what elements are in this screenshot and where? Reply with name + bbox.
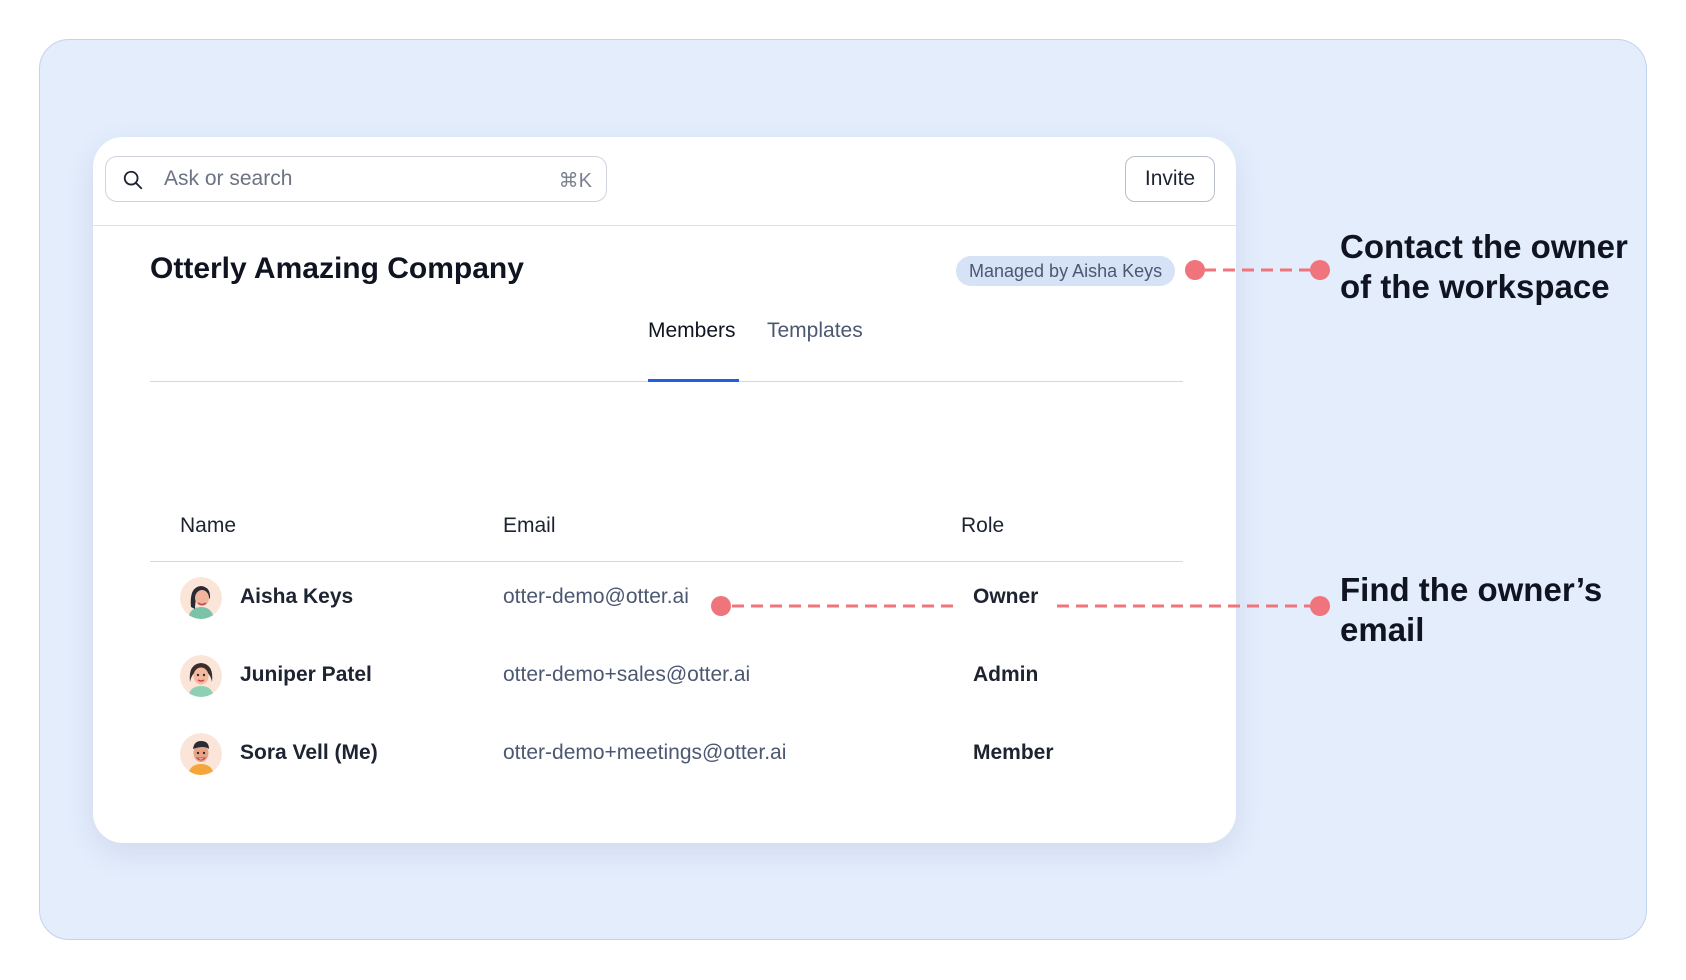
tab-members[interactable]: Members bbox=[648, 319, 736, 343]
tab-bar: Members Templates bbox=[150, 297, 1183, 382]
tab-templates[interactable]: Templates bbox=[767, 319, 863, 343]
table-header: Name Email Role bbox=[150, 499, 1183, 562]
annotation-line: Contact the owner bbox=[1340, 228, 1628, 265]
table-row[interactable]: Sora Vell (Me) otter-demo+meetings@otter… bbox=[150, 724, 1183, 784]
member-name: Sora Vell (Me) bbox=[240, 741, 378, 764]
top-bar: ⌘K Invite bbox=[93, 137, 1236, 226]
member-email: otter-demo+meetings@otter.ai bbox=[503, 741, 787, 764]
managed-by-badge: Managed by Aisha Keys bbox=[956, 256, 1176, 286]
column-header-role[interactable]: Role bbox=[961, 514, 1004, 538]
member-name: Juniper Patel bbox=[240, 663, 372, 686]
avatar-aisha bbox=[180, 577, 222, 619]
active-tab-indicator bbox=[648, 379, 739, 382]
table-row[interactable]: Aisha Keys otter-demo@otter.ai Owner bbox=[150, 568, 1183, 628]
annotation-contact-owner: Contact the owner of the workspace bbox=[1340, 227, 1660, 307]
member-email: otter-demo+sales@otter.ai bbox=[503, 663, 751, 686]
member-role: Member bbox=[973, 741, 1054, 764]
workspace-card: ⌘K Invite Otterly Amazing Company Manage… bbox=[93, 137, 1236, 843]
workspace-title: Otterly Amazing Company bbox=[150, 252, 524, 285]
search-bar[interactable]: ⌘K bbox=[105, 156, 607, 202]
table-row[interactable]: Juniper Patel otter-demo+sales@otter.ai … bbox=[150, 646, 1183, 706]
member-role: Admin bbox=[973, 663, 1039, 686]
column-header-name[interactable]: Name bbox=[180, 514, 236, 538]
search-icon bbox=[123, 170, 143, 190]
member-role: Owner bbox=[973, 585, 1039, 608]
search-shortcut-hint: ⌘K bbox=[558, 170, 592, 192]
member-name: Aisha Keys bbox=[240, 585, 354, 608]
avatar-juniper bbox=[180, 655, 222, 697]
annotation-line: of the workspace bbox=[1340, 268, 1610, 305]
avatar-sora bbox=[180, 733, 222, 775]
annotation-line: email bbox=[1340, 611, 1425, 648]
annotation-line: Find the owner’s bbox=[1340, 571, 1603, 608]
column-header-email[interactable]: Email bbox=[503, 514, 556, 538]
member-email: otter-demo@otter.ai bbox=[503, 585, 689, 608]
search-input[interactable] bbox=[164, 157, 524, 201]
invite-button[interactable]: Invite bbox=[1125, 156, 1215, 202]
annotation-find-email: Find the owner’s email bbox=[1340, 570, 1660, 650]
